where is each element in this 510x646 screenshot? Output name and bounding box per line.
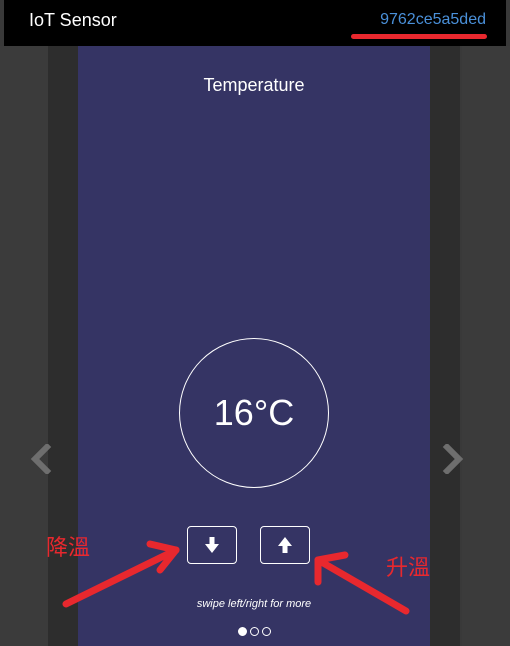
pagination-dot-3[interactable] bbox=[261, 627, 271, 636]
pagination-dots bbox=[78, 627, 430, 636]
chevron-right-icon bbox=[442, 442, 464, 476]
annotation-underline bbox=[351, 34, 487, 39]
carousel-prev-button[interactable] bbox=[30, 442, 52, 479]
annotation-increase-label: 升溫 bbox=[386, 556, 431, 581]
pagination-dot-1[interactable] bbox=[237, 627, 247, 636]
swipe-hint: swipe left/right for more bbox=[196, 598, 312, 610]
slide-title: Temperature bbox=[203, 75, 305, 95]
increase-temperature-button[interactable] bbox=[260, 526, 310, 564]
side-panel-right bbox=[462, 46, 510, 646]
carousel-gutter-right bbox=[430, 46, 460, 646]
decrease-temperature-button[interactable] bbox=[187, 526, 237, 564]
arrow-up-icon bbox=[278, 537, 292, 553]
top-bar: IoT Sensor 9762ce5a5ded bbox=[4, 0, 506, 46]
arrow-down-icon bbox=[205, 537, 219, 553]
annotation-decrease-label: 降溫 bbox=[46, 536, 91, 561]
chevron-left-icon bbox=[30, 442, 52, 476]
app-title: IoT Sensor bbox=[29, 10, 117, 30]
device-id-link[interactable]: 9762ce5a5ded bbox=[380, 11, 486, 29]
pagination-dot-2[interactable] bbox=[249, 627, 259, 636]
carousel-next-button[interactable] bbox=[442, 442, 464, 479]
temperature-gauge: 16°C bbox=[179, 338, 329, 488]
temperature-slide: Temperature 16°C swipe left/right for mo… bbox=[78, 46, 430, 646]
side-panel-left bbox=[0, 46, 48, 646]
temperature-value: 16°C bbox=[213, 392, 295, 433]
